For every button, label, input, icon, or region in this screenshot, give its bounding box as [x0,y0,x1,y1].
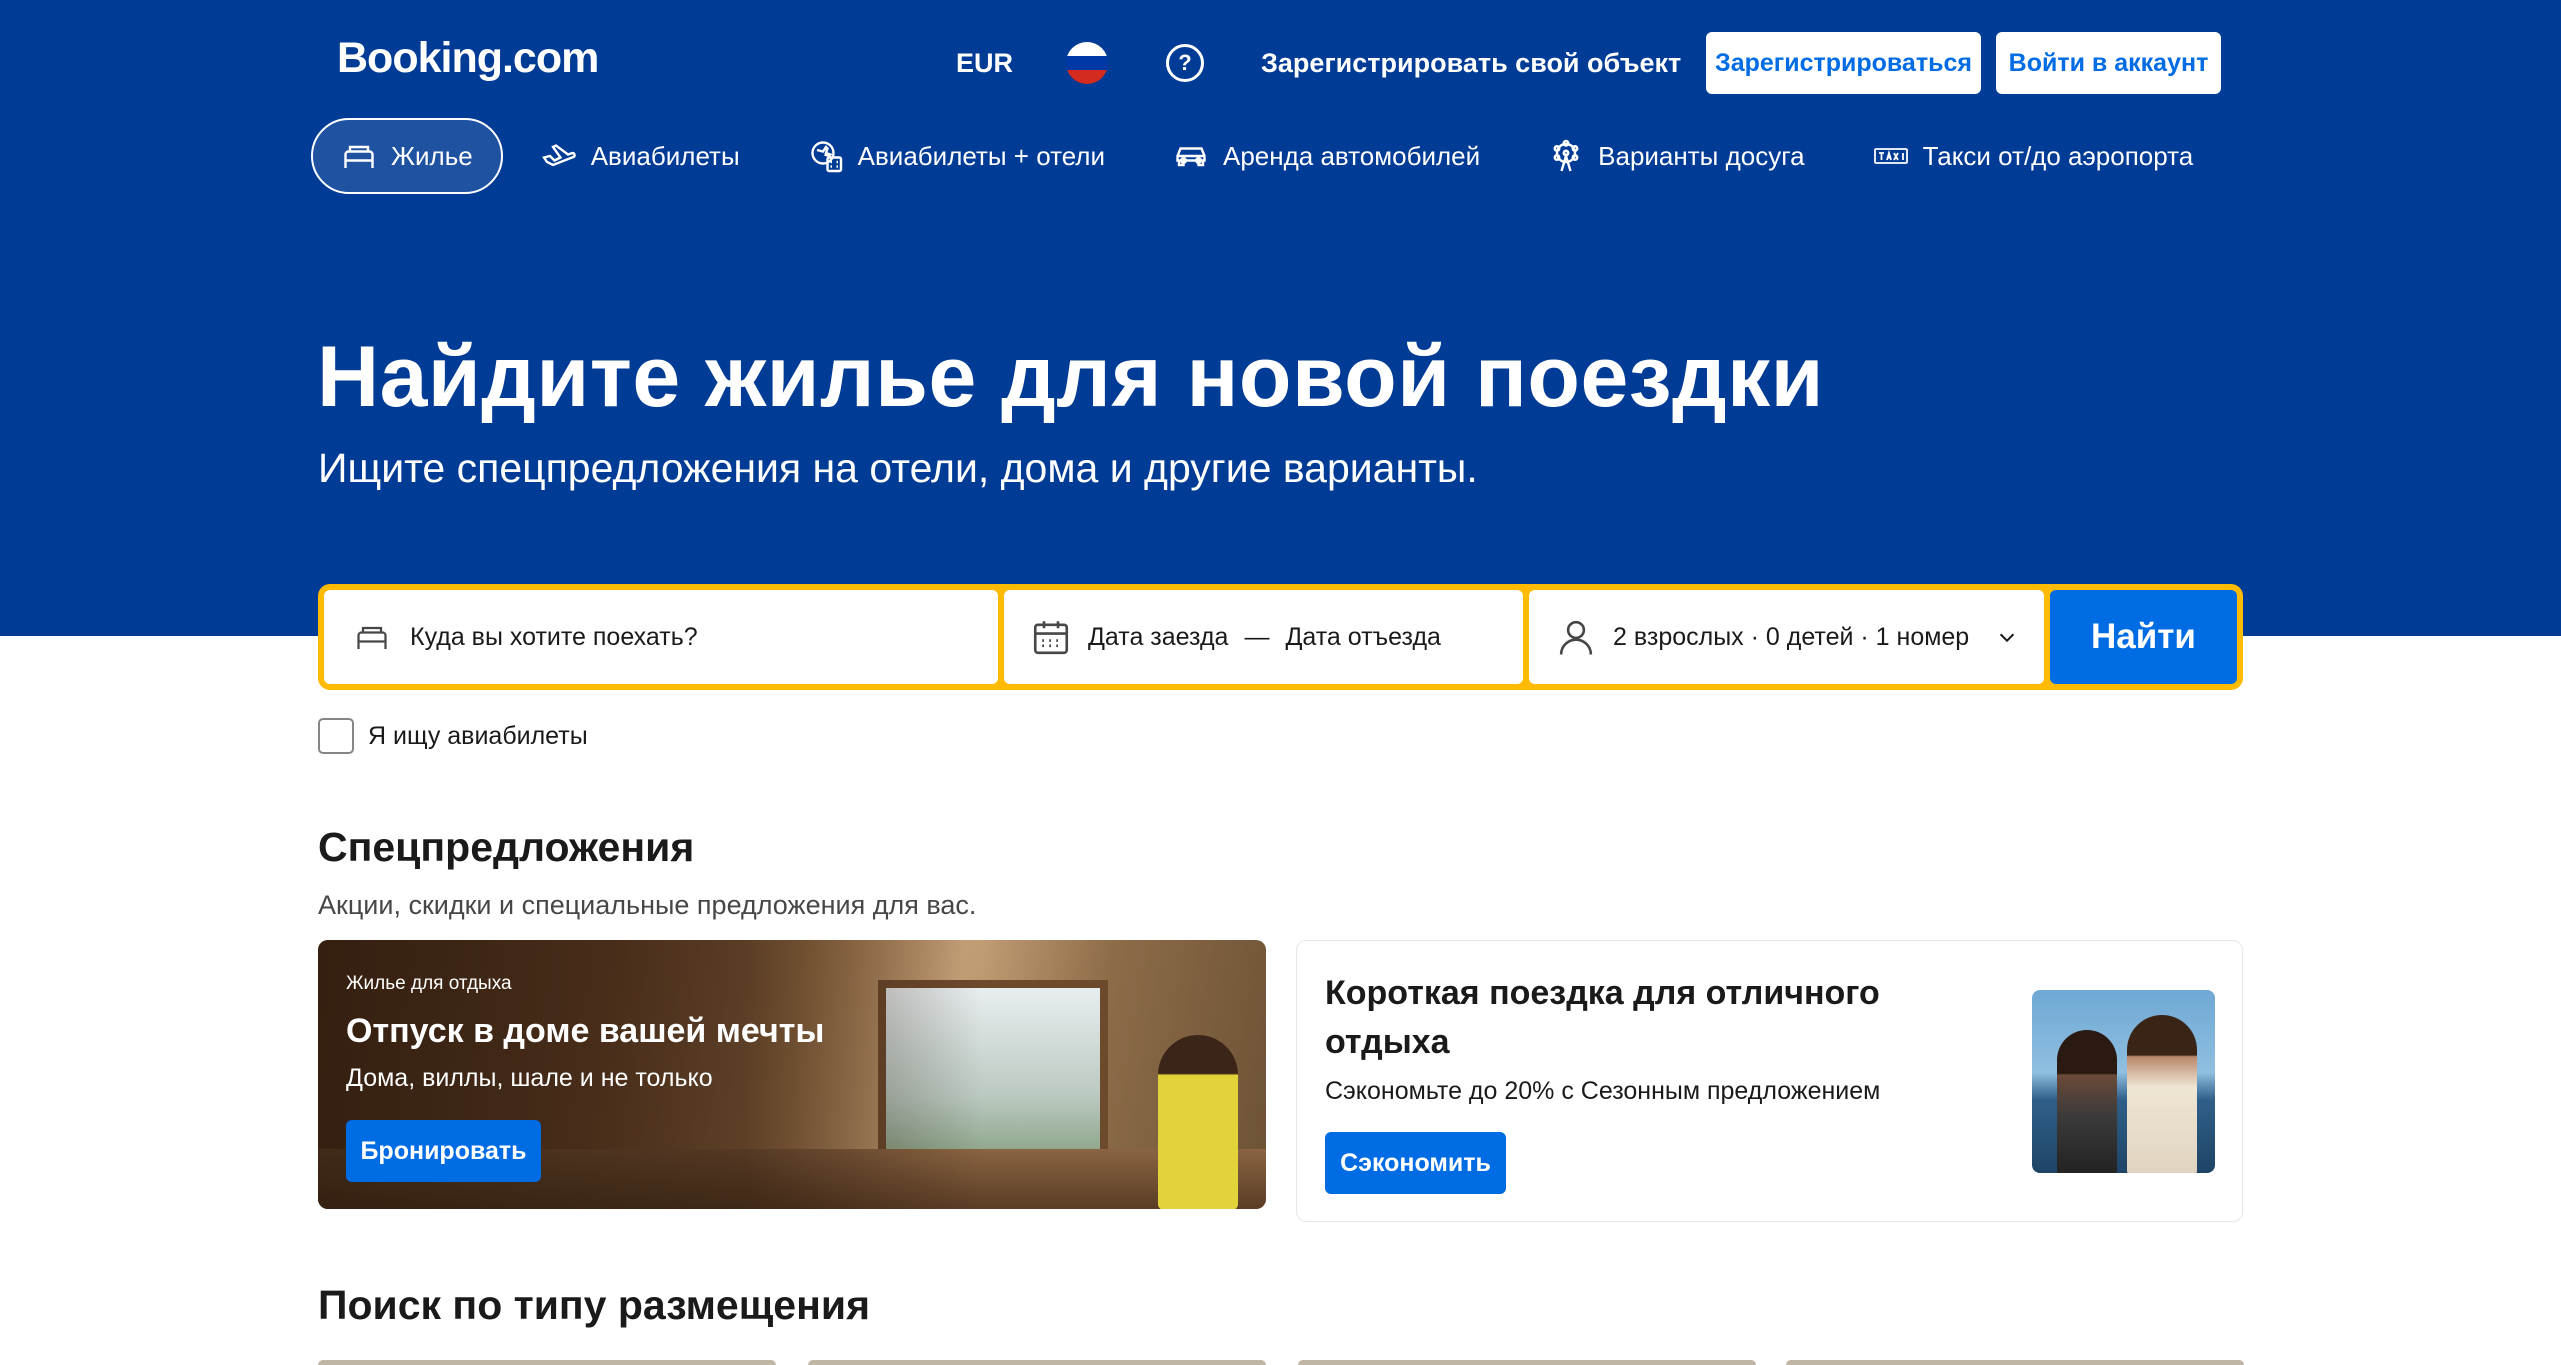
date-picker-field[interactable]: Дата заезда — Дата отъезда [1004,590,1523,684]
offer-card-vacation-homes[interactable]: Жилье для отдыха Отпуск в доме вашей меч… [318,940,1266,1209]
hero-subtitle: Ищите спецпредложения на отели, дома и д… [318,445,1478,491]
photo-person [2127,1015,2197,1173]
card-description: Сэкономьте до 20% с Сезонным предложение… [1325,1077,1881,1105]
destination-placeholder: Куда вы хотите поехать? [410,622,698,651]
car-icon [1173,138,1209,174]
card-title: Отпуск в доме вашей мечты [346,1012,825,1050]
person-icon [1559,620,1593,655]
flights-checkbox-row[interactable]: Я ищу авиабилеты [318,718,588,754]
taxi-icon [1873,138,1909,174]
nav-item-flights[interactable]: Авиабилеты [511,118,770,194]
plane-icon [541,138,577,174]
property-type-card[interactable] [1298,1360,1756,1365]
product-nav: Жилье Авиабилеты Авиабилеты + отели Арен… [311,118,2231,194]
nav-item-label: Авиабилеты [590,140,740,171]
register-button[interactable]: Зарегистрироваться [1706,32,1981,94]
nav-item-label: Такси от/до аэропорта [1922,140,2194,171]
signin-button[interactable]: Войти в аккаунт [1996,32,2221,94]
offers-title: Спецпредложения [318,824,695,870]
nav-item-airport-taxi[interactable]: Такси от/до аэропорта [1843,118,2224,194]
nav-item-car-rental[interactable]: Аренда автомобилей [1143,118,1510,194]
hero-background [0,0,2561,636]
flights-checkbox-label: Я ищу авиабилеты [368,721,588,750]
nav-item-label: Авиабилеты + отели [857,140,1105,171]
offer-card-getaway[interactable]: Короткая поездка для отличного отдыха Сэ… [1296,940,2243,1222]
bed-icon [341,138,377,174]
booking-logo[interactable]: Booking.com [337,34,599,83]
calendar-icon [1033,621,1069,655]
property-type-card[interactable] [318,1360,776,1365]
hero-title: Найдите жилье для новой поездки [317,329,1825,425]
nav-item-label: Варианты досуга [1598,140,1805,171]
nav-item-stays[interactable]: Жилье [311,118,503,194]
checkout-date: Дата отъезда [1285,622,1441,651]
guests-summary-wrap: 2 взрослых · 0 детей · 1 номер [1555,615,1969,659]
save-button[interactable]: Сэкономить [1325,1132,1506,1194]
flights-checkbox[interactable] [318,718,354,754]
card-title: Короткая поездка для отличного отдыха [1325,974,1880,1061]
property-type-card[interactable] [1786,1360,2244,1365]
property-types-title: Поиск по типу размещения [318,1282,870,1328]
ferris-wheel-icon [1548,138,1584,174]
destination-field[interactable]: Куда вы хотите поехать? [324,590,998,684]
guests-field[interactable]: 2 взрослых · 0 детей · 1 номер [1529,590,2044,684]
chevron-down-icon [1999,633,2015,643]
nav-item-label: Жилье [391,140,473,171]
guests-summary: 2 взрослых · 0 детей · 1 номер [1613,622,1970,651]
nav-item-label: Аренда автомобилей [1222,140,1481,171]
language-flag-icon[interactable] [1066,42,1108,84]
search-button[interactable]: Найти [2050,590,2237,684]
card-photo-couple [2032,990,2215,1173]
bed-icon [357,626,387,649]
search-bar: Куда вы хотите поехать? Дата заезда — Да… [318,584,2243,690]
plane-hotel-icon [808,138,844,174]
property-type-card[interactable] [808,1360,1266,1365]
checkin-date: Дата заезда [1088,622,1229,651]
offers-subtitle: Акции, скидки и специальные предложения … [318,890,977,920]
nav-item-attractions[interactable]: Варианты досуга [1518,118,1834,194]
currency-selector[interactable]: EUR [956,32,1013,94]
card-description: Дома, виллы, шале и не только [346,1064,713,1092]
help-icon-glyph: ? [1178,50,1192,75]
card-eyebrow: Жилье для отдыха [346,973,512,994]
book-button[interactable]: Бронировать [346,1120,541,1182]
date-separator: — [1244,622,1270,651]
nav-item-flight-hotel[interactable]: Авиабилеты + отели [778,118,1135,194]
list-property-link[interactable]: Зарегистрировать свой объект [1261,32,1681,94]
help-icon[interactable]: ? [1166,44,1204,82]
photo-person [2057,1030,2117,1173]
